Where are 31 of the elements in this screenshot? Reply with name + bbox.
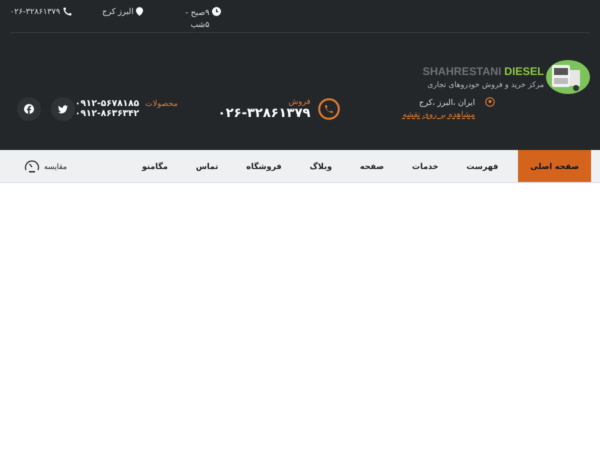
nav-tab[interactable]: خدمات (398, 150, 452, 182)
products-label: محصولات (145, 99, 178, 108)
sales-phone: ۰۲۶-۳۲۸۶۱۳۷۹ (218, 106, 310, 121)
phone-icon (318, 98, 340, 120)
nav-tab[interactable]: صفحه اصلی (518, 150, 591, 182)
map-pin-icon (136, 7, 144, 16)
clock-icon (212, 7, 222, 16)
products-phone: ۰۹۱۲-۵۶۷۸۱۸۵ (75, 99, 140, 109)
twitter-icon (58, 104, 68, 114)
facebook-icon (24, 104, 34, 114)
nav-tab[interactable]: وبلاگ (296, 150, 346, 182)
nav-tab[interactable]: فهرست (452, 150, 512, 182)
location-text: البرز کرج (102, 7, 134, 16)
phone-icon (63, 7, 72, 16)
location-icon (485, 97, 495, 107)
address-text: ایران ،البرز ،کرج (418, 97, 475, 109)
nav-tab[interactable]: صفحه (346, 150, 398, 182)
working-hours: ۹صبح - ۵شب (184, 7, 210, 31)
sales-label: فروش (288, 97, 310, 106)
nav-tab[interactable]: فروشگاه (232, 150, 296, 182)
brand-name: DIESEL (504, 66, 544, 78)
twitter-button[interactable] (51, 97, 75, 121)
truck-logo-icon (544, 60, 590, 94)
facebook-button[interactable] (17, 97, 41, 121)
nav-tab[interactable]: تماس (182, 150, 232, 182)
brand-name: SHAHRESTANI (422, 66, 502, 78)
map-link[interactable]: مشاهده بر روی نقشه (402, 109, 475, 121)
phone-number: ۰۲۶-۳۲۸۶۱۳۷۹ (10, 7, 60, 16)
products-phone: ۰۹۱۲-۸۶۳۶۳۴۲ (75, 109, 140, 119)
nav-tab[interactable]: مگامنو (128, 150, 182, 182)
speedometer-icon (24, 159, 40, 173)
